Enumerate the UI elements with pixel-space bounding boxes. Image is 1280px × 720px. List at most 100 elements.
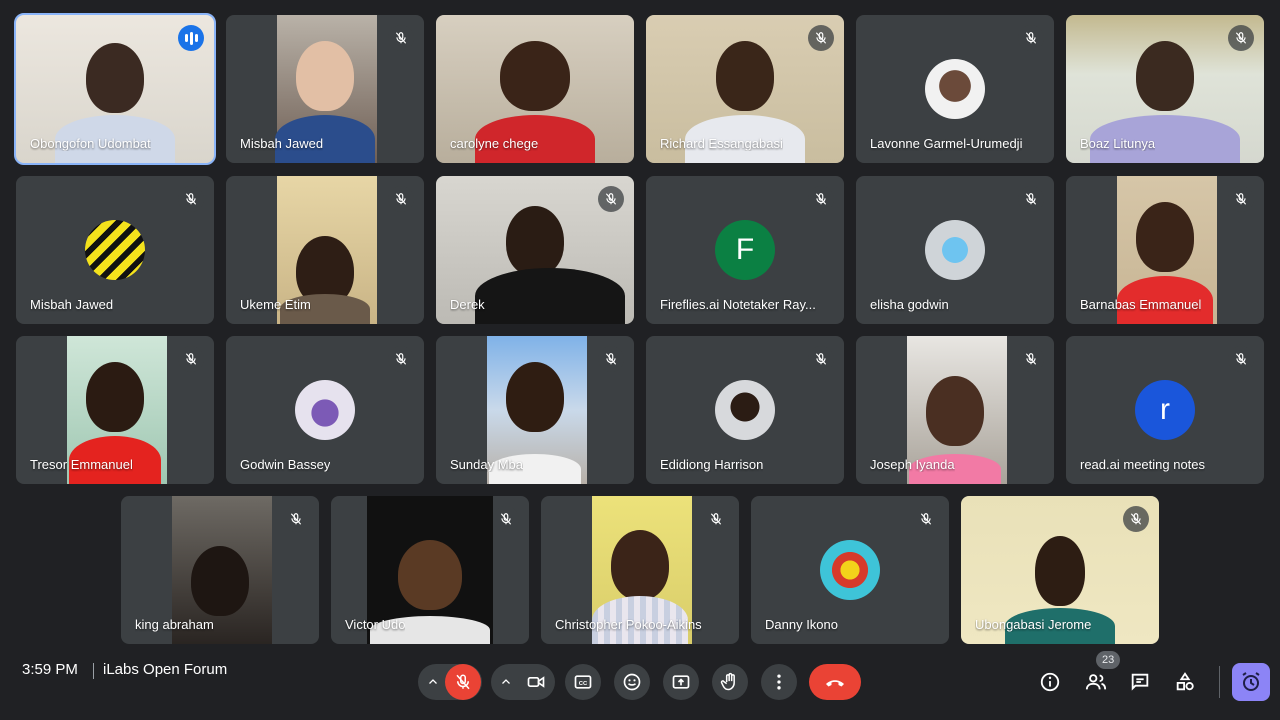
participant-tile[interactable]: Joseph Iyanda [856,336,1054,484]
participant-tile[interactable]: F Fireflies.ai Notetaker Ray... [646,176,844,324]
avatar: r [1135,380,1195,440]
avatar [925,59,985,119]
more-options-button[interactable] [761,664,797,700]
participant-tile[interactable]: Obongofon Udombat [14,13,216,165]
mic-off-icon [703,506,729,532]
participant-tile[interactable]: king abraham [121,496,319,644]
mic-off-icon [493,506,519,532]
participant-video [926,376,984,446]
participant-tile[interactable]: Victor Udo [331,496,529,644]
participant-tile[interactable]: Christopher Pokoo-Aikins [541,496,739,644]
participant-name: Barnabas Emmanuel [1080,297,1202,312]
captions-button[interactable]: CC [565,664,601,700]
mic-options-button[interactable] [424,664,442,700]
participant-name: Obongofon Udombat [30,136,151,151]
participant-name: Godwin Bassey [240,457,331,472]
participant-tile[interactable]: Sunday Mba [436,336,634,484]
people-button[interactable] [1078,664,1114,700]
avatar: F [715,220,775,280]
participant-tile[interactable]: Ubongabasi Jerome [961,496,1159,644]
mic-off-icon [178,186,204,212]
mic-off-icon [598,186,624,212]
participant-name: Misbah Jawed [240,136,324,151]
avatar [295,380,355,440]
audio-level-icon [178,25,204,51]
mic-off-icon [808,186,834,212]
participant-video [500,41,570,111]
avatar [85,220,145,280]
participant-name: Christopher Pokoo-Aikins [555,617,702,632]
emoji-button[interactable] [614,664,650,700]
participant-name: Danny Ikono [765,617,838,632]
videocam-icon [527,676,545,688]
participant-tile[interactable]: Godwin Bassey [226,336,424,484]
chat-button[interactable] [1122,664,1158,700]
people-icon [1085,674,1107,690]
camera-options-button[interactable] [497,664,515,700]
call-end-icon [826,680,844,687]
participant-video [1035,536,1085,606]
participant-tile[interactable]: r read.ai meeting notes [1066,336,1264,484]
divider [93,663,94,679]
avatar [925,220,985,280]
chevron-up-icon [429,679,437,684]
info-icon [1040,672,1060,692]
participant-tile[interactable]: Edidiong Harrison [646,336,844,484]
meeting-details-button[interactable] [1032,664,1068,700]
avatar-letter: F [735,233,755,266]
participant-name: Sunday Mba [450,457,523,472]
participant-tile[interactable]: Tresor Emmanuel [16,336,214,484]
participant-video [296,41,354,111]
participant-video [191,546,249,616]
participant-video [398,540,462,610]
participant-tile[interactable]: Boaz Litunya [1066,15,1264,163]
avatar-letter: r [1160,393,1170,426]
meeting-title: iLabs Open Forum [103,661,228,678]
participant-tile[interactable]: Ukeme Etim [226,176,424,324]
participant-video [475,268,625,324]
participant-video [506,206,564,276]
mic-off-icon [1228,186,1254,212]
mic-off-icon [1228,346,1254,372]
participant-tile[interactable]: Derek [436,176,634,324]
participant-name: Ubongabasi Jerome [975,617,1092,632]
participant-tile[interactable]: Misbah Jawed [226,15,424,163]
participant-name: Misbah Jawed [30,297,114,312]
mic-toggle-button[interactable] [445,664,481,700]
participant-name: Tresor Emmanuel [30,457,133,472]
participant-video [1136,41,1194,111]
participant-video [716,41,774,111]
participant-video [506,362,564,432]
mic-off-icon [283,506,309,532]
participant-video [86,362,144,432]
participant-tile[interactable]: Danny Ikono [751,496,949,644]
participant-name: Edidiong Harrison [660,457,764,472]
leave-call-button[interactable] [809,664,861,700]
present-screen-icon [672,675,690,689]
participant-tile[interactable]: Barnabas Emmanuel [1066,176,1264,324]
participant-tile[interactable]: elisha godwin [856,176,1054,324]
present-button[interactable] [663,664,699,700]
participant-name: Richard Essangabasi [660,136,783,151]
participant-video [611,530,669,600]
mic-off-icon [913,506,939,532]
mic-off-icon [388,186,414,212]
mic-off-icon [178,346,204,372]
hand-icon [720,672,735,691]
raise-hand-button[interactable] [712,664,748,700]
mic-off-icon [456,674,470,690]
participant-tile[interactable]: Misbah Jawed [16,176,214,324]
participant-name: Ukeme Etim [240,297,311,312]
avatar [715,380,775,440]
participant-name: elisha godwin [870,297,949,312]
mic-off-icon [1228,25,1254,51]
participant-tile[interactable]: carolyne chege [436,15,634,163]
participant-tile[interactable]: Lavonne Garmel-Urumedji [856,15,1054,163]
activities-button[interactable] [1167,664,1203,700]
meeting-clock: 3:59 PM [22,661,78,678]
camera-toggle-button[interactable] [518,664,554,700]
host-controls-button[interactable] [1232,663,1270,701]
participant-video [1136,202,1194,272]
participant-tile[interactable]: Richard Essangabasi [646,15,844,163]
participant-name: Boaz Litunya [1080,136,1156,151]
